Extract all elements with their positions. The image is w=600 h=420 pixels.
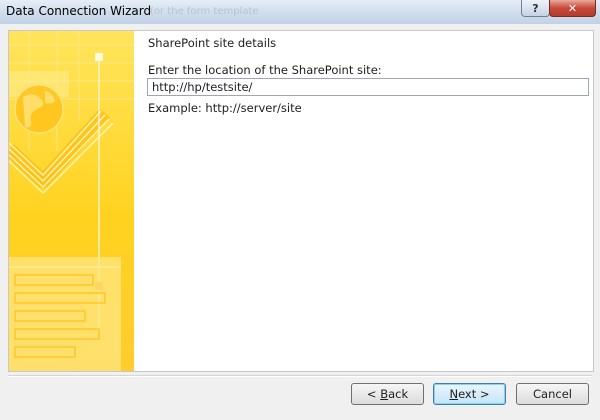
- sharepoint-location-input[interactable]: [147, 78, 589, 96]
- location-label: Enter the location of the SharePoint sit…: [148, 63, 382, 77]
- footer-separator: [8, 375, 592, 377]
- close-button[interactable]: ✕: [549, 0, 596, 17]
- background-window-title: (or the form template: [150, 6, 259, 17]
- next-label-rest: ext >: [458, 387, 490, 401]
- window-title: Data Connection Wizard: [6, 4, 152, 18]
- next-button[interactable]: Next >: [433, 383, 506, 405]
- wizard-window: Data Connection Wizard (or the form temp…: [0, 0, 600, 420]
- back-mnemonic: B: [380, 387, 389, 401]
- title-bar[interactable]: Data Connection Wizard (or the form temp…: [0, 0, 600, 24]
- help-button[interactable]: ?: [521, 0, 550, 17]
- help-icon: ?: [532, 1, 539, 15]
- globe-icon: [14, 84, 64, 134]
- example-hint: Example: http://server/site: [148, 101, 302, 115]
- back-button[interactable]: < Back: [351, 383, 424, 405]
- back-prefix: <: [366, 387, 381, 401]
- wizard-panel: SharePoint site details Enter the locati…: [8, 30, 594, 372]
- wizard-side-illustration: [9, 31, 134, 371]
- cancel-button[interactable]: Cancel: [516, 383, 589, 405]
- close-icon: ✕: [567, 1, 578, 15]
- back-label-rest: ack: [388, 387, 409, 401]
- wizard-content: SharePoint site details Enter the locati…: [144, 31, 593, 371]
- step-title: SharePoint site details: [148, 36, 277, 50]
- wizard-art: [9, 31, 134, 371]
- next-mnemonic: N: [449, 387, 459, 401]
